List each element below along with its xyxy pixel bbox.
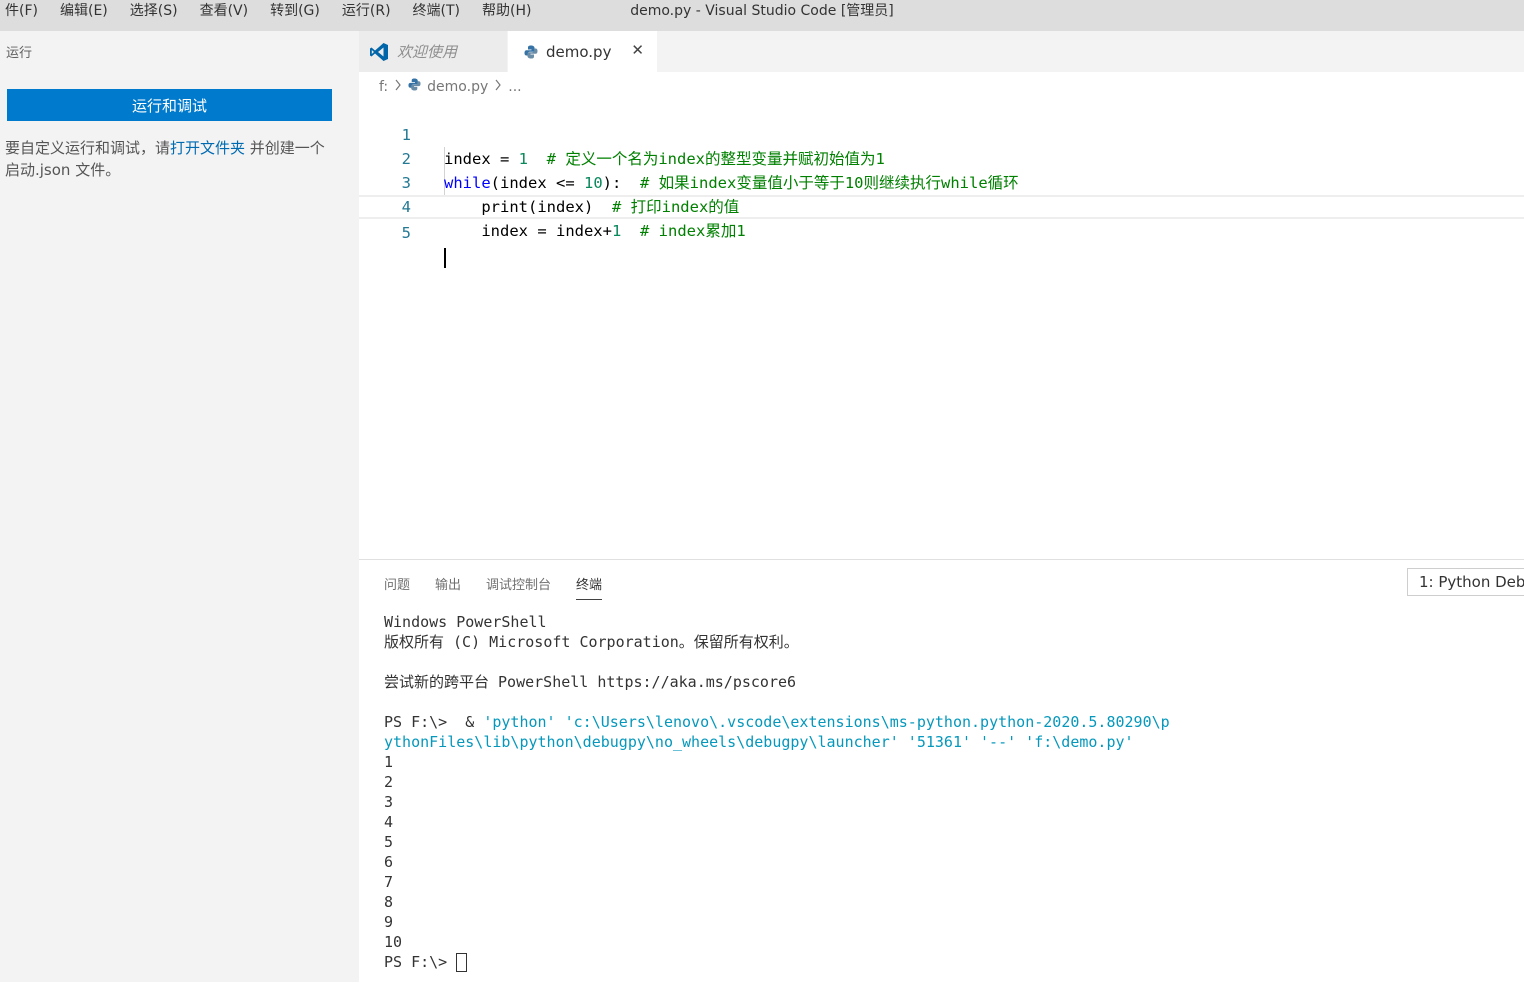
comment-token: # index累加1 (621, 222, 746, 240)
terminal-line: 版权所有 (C) Microsoft Corporation。保留所有权利。 (384, 633, 799, 651)
panel-tab-problems[interactable]: 问题 (384, 574, 410, 600)
vscode-logo-icon (369, 42, 389, 62)
terminal-output-line: 6 (384, 853, 394, 871)
terminal-prompt: PS F:\> (384, 953, 457, 971)
number-token: 1 (611, 222, 622, 240)
menu-bar: 件(F) 编辑(E) 选择(S) 查看(V) 转到(G) 运行(R) 终端(T)… (0, 0, 542, 31)
tab-welcome[interactable]: 欢迎使用 (359, 31, 507, 72)
breadcrumb-more[interactable]: ... (508, 79, 521, 95)
menu-view[interactable]: 查看(V) (189, 0, 260, 22)
terminal-line: Windows PowerShell (384, 613, 547, 631)
terminal-amp: & (447, 713, 484, 731)
terminal-line: 尝试新的跨平台 PowerShell https://aka.ms/pscore… (384, 673, 797, 691)
sidebar-text-before-link: 要自定义运行和调试，请 (5, 139, 171, 157)
menu-run[interactable]: 运行(R) (331, 0, 402, 22)
menu-edit[interactable]: 编辑(E) (49, 0, 119, 22)
code-line: 2 while(index <= 10): # 如果index变量值小于等于10… (359, 123, 1524, 192)
line-number: 5 (401, 224, 411, 242)
terminal-output-line: 5 (384, 833, 394, 851)
breadcrumb: f: demo.py ... (379, 78, 522, 95)
menu-file[interactable]: 件(F) (0, 0, 49, 22)
panel-tab-terminal[interactable]: 终端 (576, 574, 603, 600)
breadcrumb-file[interactable]: demo.py (427, 79, 488, 95)
menu-go[interactable]: 转到(G) (259, 0, 331, 22)
terminal-output-line: 10 (384, 933, 403, 951)
terminal-prompt: PS F:\> (384, 713, 448, 731)
open-folder-link[interactable]: 打开文件夹 (170, 139, 245, 157)
panel-tab-debug-console[interactable]: 调试控制台 (486, 574, 551, 600)
run-sidebar: 运行 运行和调试 要自定义运行和调试，请打开文件夹 并创建一个启动.json 文… (0, 31, 359, 982)
terminal-output-line: 7 (384, 873, 394, 891)
code-line-current: 5 (359, 195, 1524, 268)
python-icon (408, 78, 421, 95)
breadcrumb-drive[interactable]: f: (379, 79, 388, 95)
code-token: index = index+ (444, 222, 612, 240)
code-editor[interactable]: 1 index = 1 # 定义一个名为index的整型变量并赋初始值为1 2 … (359, 99, 1524, 559)
terminal-output-line: 1 (384, 753, 394, 771)
line-content: index = index+1 # index累加1 (444, 219, 746, 243)
terminal-output[interactable]: Windows PowerShell 版权所有 (C) Microsoft Co… (384, 612, 1504, 972)
sidebar-description: 要自定义运行和调试，请打开文件夹 并创建一个启动.json 文件。 (5, 137, 330, 181)
panel-tabs: 问题 输出 调试控制台 终端 (384, 574, 603, 600)
tab-demo-label: demo.py (546, 42, 612, 61)
sidebar-title: 运行 (6, 46, 33, 61)
code-line: 1 index = 1 # 定义一个名为index的整型变量并赋初始值为1 (359, 99, 1524, 168)
code-line: 4 index = index+1 # index累加1 (359, 171, 1524, 240)
terminal-output-line: 4 (384, 813, 394, 831)
terminal-output-line: 8 (384, 893, 394, 911)
python-icon (524, 45, 538, 59)
terminal-output-line: 2 (384, 773, 394, 791)
panel-tab-output[interactable]: 输出 (435, 574, 461, 600)
terminal-selector[interactable]: 1: Python Debug Console (1407, 568, 1524, 596)
menu-terminal[interactable]: 终端(T) (402, 0, 471, 22)
terminal-output-line: 3 (384, 793, 394, 811)
terminal-command: 'python' 'c:\Users\lenovo\.vscode\extens… (483, 713, 1170, 731)
terminal-cursor (456, 953, 468, 972)
chevron-right-icon (394, 79, 402, 95)
line-content (444, 245, 446, 269)
menu-selection[interactable]: 选择(S) (119, 0, 189, 22)
editor-tab-bar: 欢迎使用 demo.py ✕ (359, 31, 1524, 72)
tab-demo-py[interactable]: demo.py ✕ (508, 31, 657, 72)
run-and-debug-button[interactable]: 运行和调试 (7, 89, 332, 121)
close-icon[interactable]: ✕ (631, 41, 644, 59)
chevron-right-icon (494, 79, 502, 95)
terminal-command-continued: ythonFiles\lib\python\debugpy\no_wheels\… (384, 733, 1134, 751)
code-line: 3 print(index) # 打印index的值 (359, 147, 1524, 216)
text-cursor (444, 247, 446, 268)
terminal-prompt-line: PS F:\> (384, 952, 1504, 972)
menu-help[interactable]: 帮助(H) (471, 0, 542, 22)
title-bar: 件(F) 编辑(E) 选择(S) 查看(V) 转到(G) 运行(R) 终端(T)… (0, 0, 1524, 31)
tab-welcome-label: 欢迎使用 (397, 43, 458, 61)
bottom-panel: 问题 输出 调试控制台 终端 1: Python Debug Console W… (359, 559, 1524, 983)
terminal-output-line: 9 (384, 913, 394, 931)
terminal-command-line: PS F:\> & 'python' 'c:\Users\lenovo\.vsc… (384, 712, 1504, 732)
